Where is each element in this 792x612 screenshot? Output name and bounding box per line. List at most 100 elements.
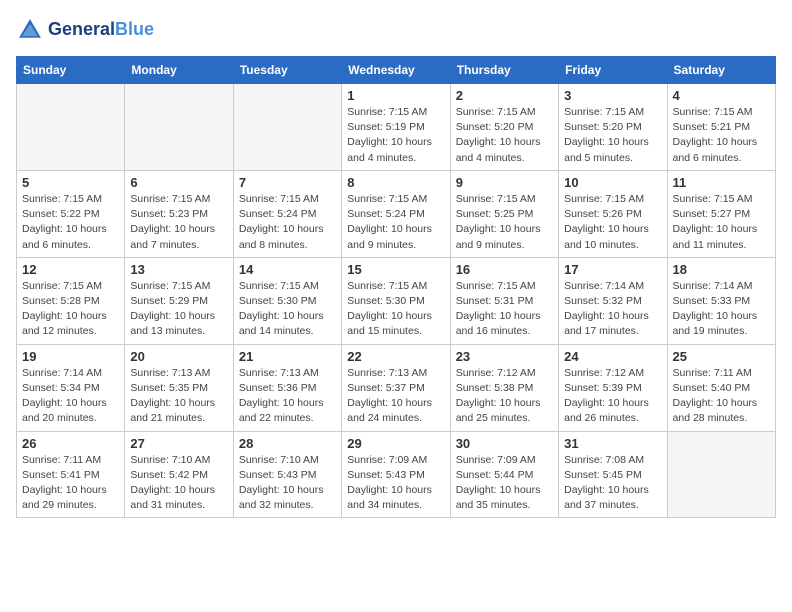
day-number: 1 xyxy=(347,88,444,103)
calendar-day-cell: 8Sunrise: 7:15 AMSunset: 5:24 PMDaylight… xyxy=(342,170,450,257)
calendar-day-cell: 20Sunrise: 7:13 AMSunset: 5:35 PMDayligh… xyxy=(125,344,233,431)
calendar-day-cell: 28 Sunrise: 7:10 AMSunset: 5:43 PMDayligh… xyxy=(233,431,341,518)
calendar-day-cell: 27Sunrise: 7:10 AMSunset: 5:42 PMDayligh… xyxy=(125,431,233,518)
day-number: 4 xyxy=(673,88,770,103)
day-number: 10 xyxy=(564,175,661,190)
day-info: Sunrise: 7:15 AMSunset: 5:28 PMDaylight:… xyxy=(22,279,119,340)
day-number: 26 xyxy=(22,436,119,451)
day-number: 28 xyxy=(239,436,336,451)
logo: GeneralBlue xyxy=(16,16,154,44)
calendar-day-cell: 24Sunrise: 7:12 AMSunset: 5:39 PMDayligh… xyxy=(559,344,667,431)
day-info: Sunrise: 7:15 AMSunset: 5:31 PMDaylight:… xyxy=(456,279,553,340)
day-info: Sunrise: 7:11 AMSunset: 5:41 PMDaylight:… xyxy=(22,453,119,514)
calendar-day-cell: 18 Sunrise: 7:14 AMSunset: 5:33 PMDayligh… xyxy=(667,257,775,344)
day-info: Sunrise: 7:15 AMSunset: 5:20 PMDaylight:… xyxy=(564,105,661,166)
calendar-day-header: Saturday xyxy=(667,57,775,84)
day-info: Sunrise: 7:08 AMSunset: 5:45 PMDaylight:… xyxy=(564,453,661,514)
day-number: 6 xyxy=(130,175,227,190)
calendar-day-cell: 23 Sunrise: 7:12 AMSunset: 5:38 PMDayligh… xyxy=(450,344,558,431)
day-info: Sunrise: 7:15 AMSunset: 5:19 PMDaylight:… xyxy=(347,105,444,166)
calendar-week-row: 26 Sunrise: 7:11 AMSunset: 5:41 PMDayligh… xyxy=(17,431,776,518)
day-number: 16 xyxy=(456,262,553,277)
day-number: 22 xyxy=(347,349,444,364)
calendar-day-cell: 31 Sunrise: 7:08 AMSunset: 5:45 PMDayligh… xyxy=(559,431,667,518)
calendar-week-row: 12 Sunrise: 7:15 AMSunset: 5:28 PMDayligh… xyxy=(17,257,776,344)
day-number: 9 xyxy=(456,175,553,190)
day-info: Sunrise: 7:12 AMSunset: 5:38 PMDaylight:… xyxy=(456,366,553,427)
day-number: 17 xyxy=(564,262,661,277)
day-info: Sunrise: 7:15 AMSunset: 5:29 PMDaylight:… xyxy=(130,279,227,340)
day-number: 14 xyxy=(239,262,336,277)
day-number: 13 xyxy=(130,262,227,277)
calendar-day-header: Tuesday xyxy=(233,57,341,84)
calendar-day-cell: 22 Sunrise: 7:13 AMSunset: 5:37 PMDayligh… xyxy=(342,344,450,431)
day-number: 5 xyxy=(22,175,119,190)
calendar-week-row: 1 Sunrise: 7:15 AMSunset: 5:19 PMDaylight… xyxy=(17,84,776,171)
calendar-table: SundayMondayTuesdayWednesdayThursdayFrid… xyxy=(16,56,776,518)
day-info: Sunrise: 7:15 AMSunset: 5:30 PMDaylight:… xyxy=(347,279,444,340)
calendar-day-header: Monday xyxy=(125,57,233,84)
calendar-day-cell: 16 Sunrise: 7:15 AMSunset: 5:31 PMDayligh… xyxy=(450,257,558,344)
day-number: 12 xyxy=(22,262,119,277)
calendar-day-header: Friday xyxy=(559,57,667,84)
calendar-day-cell: 3 Sunrise: 7:15 AMSunset: 5:20 PMDaylight… xyxy=(559,84,667,171)
calendar-header-row: SundayMondayTuesdayWednesdayThursdayFrid… xyxy=(17,57,776,84)
calendar-day-cell: 11Sunrise: 7:15 AMSunset: 5:27 PMDayligh… xyxy=(667,170,775,257)
calendar-day-header: Wednesday xyxy=(342,57,450,84)
calendar-day-cell xyxy=(125,84,233,171)
day-number: 18 xyxy=(673,262,770,277)
day-number: 2 xyxy=(456,88,553,103)
calendar-day-cell: 10 Sunrise: 7:15 AMSunset: 5:26 PMDayligh… xyxy=(559,170,667,257)
day-info: Sunrise: 7:15 AMSunset: 5:22 PMDaylight:… xyxy=(22,192,119,253)
calendar-day-cell: 30Sunrise: 7:09 AMSunset: 5:44 PMDayligh… xyxy=(450,431,558,518)
day-number: 15 xyxy=(347,262,444,277)
day-info: Sunrise: 7:13 AMSunset: 5:36 PMDaylight:… xyxy=(239,366,336,427)
day-info: Sunrise: 7:11 AMSunset: 5:40 PMDaylight:… xyxy=(673,366,770,427)
day-number: 29 xyxy=(347,436,444,451)
day-info: Sunrise: 7:13 AMSunset: 5:37 PMDaylight:… xyxy=(347,366,444,427)
calendar-day-cell: 1 Sunrise: 7:15 AMSunset: 5:19 PMDaylight… xyxy=(342,84,450,171)
calendar-day-cell: 29 Sunrise: 7:09 AMSunset: 5:43 PMDayligh… xyxy=(342,431,450,518)
calendar-day-cell: 25Sunrise: 7:11 AMSunset: 5:40 PMDayligh… xyxy=(667,344,775,431)
day-number: 30 xyxy=(456,436,553,451)
calendar-day-cell: 4 Sunrise: 7:15 AMSunset: 5:21 PMDaylight… xyxy=(667,84,775,171)
calendar-day-cell: 21 Sunrise: 7:13 AMSunset: 5:36 PMDayligh… xyxy=(233,344,341,431)
day-info: Sunrise: 7:14 AMSunset: 5:32 PMDaylight:… xyxy=(564,279,661,340)
calendar-day-cell: 15 Sunrise: 7:15 AMSunset: 5:30 PMDayligh… xyxy=(342,257,450,344)
calendar-week-row: 5 Sunrise: 7:15 AMSunset: 5:22 PMDaylight… xyxy=(17,170,776,257)
day-info: Sunrise: 7:15 AMSunset: 5:26 PMDaylight:… xyxy=(564,192,661,253)
day-info: Sunrise: 7:15 AMSunset: 5:23 PMDaylight:… xyxy=(130,192,227,253)
calendar-day-header: Sunday xyxy=(17,57,125,84)
logo-text: GeneralBlue xyxy=(48,20,154,40)
day-info: Sunrise: 7:15 AMSunset: 5:20 PMDaylight:… xyxy=(456,105,553,166)
calendar-day-cell: 14 Sunrise: 7:15 AMSunset: 5:30 PMDayligh… xyxy=(233,257,341,344)
calendar-day-cell: 17 Sunrise: 7:14 AMSunset: 5:32 PMDayligh… xyxy=(559,257,667,344)
day-number: 23 xyxy=(456,349,553,364)
day-info: Sunrise: 7:14 AMSunset: 5:33 PMDaylight:… xyxy=(673,279,770,340)
day-info: Sunrise: 7:13 AMSunset: 5:35 PMDaylight:… xyxy=(130,366,227,427)
page-header: GeneralBlue xyxy=(16,16,776,44)
day-number: 27 xyxy=(130,436,227,451)
day-info: Sunrise: 7:10 AMSunset: 5:43 PMDaylight:… xyxy=(239,453,336,514)
calendar-day-cell: 5 Sunrise: 7:15 AMSunset: 5:22 PMDaylight… xyxy=(17,170,125,257)
day-info: Sunrise: 7:09 AMSunset: 5:43 PMDaylight:… xyxy=(347,453,444,514)
calendar-day-cell xyxy=(667,431,775,518)
day-number: 19 xyxy=(22,349,119,364)
calendar-day-cell: 13 Sunrise: 7:15 AMSunset: 5:29 PMDayligh… xyxy=(125,257,233,344)
day-number: 31 xyxy=(564,436,661,451)
day-number: 3 xyxy=(564,88,661,103)
calendar-day-cell: 26 Sunrise: 7:11 AMSunset: 5:41 PMDayligh… xyxy=(17,431,125,518)
logo-icon xyxy=(16,16,44,44)
day-number: 21 xyxy=(239,349,336,364)
calendar-day-cell: 2 Sunrise: 7:15 AMSunset: 5:20 PMDaylight… xyxy=(450,84,558,171)
calendar-day-cell: 7Sunrise: 7:15 AMSunset: 5:24 PMDaylight… xyxy=(233,170,341,257)
calendar-day-header: Thursday xyxy=(450,57,558,84)
calendar-day-cell: 12 Sunrise: 7:15 AMSunset: 5:28 PMDayligh… xyxy=(17,257,125,344)
calendar-day-cell xyxy=(17,84,125,171)
day-info: Sunrise: 7:15 AMSunset: 5:21 PMDaylight:… xyxy=(673,105,770,166)
calendar-day-cell xyxy=(233,84,341,171)
day-info: Sunrise: 7:12 AMSunset: 5:39 PMDaylight:… xyxy=(564,366,661,427)
day-info: Sunrise: 7:15 AMSunset: 5:30 PMDaylight:… xyxy=(239,279,336,340)
day-info: Sunrise: 7:15 AMSunset: 5:27 PMDaylight:… xyxy=(673,192,770,253)
calendar-day-cell: 6 Sunrise: 7:15 AMSunset: 5:23 PMDaylight… xyxy=(125,170,233,257)
